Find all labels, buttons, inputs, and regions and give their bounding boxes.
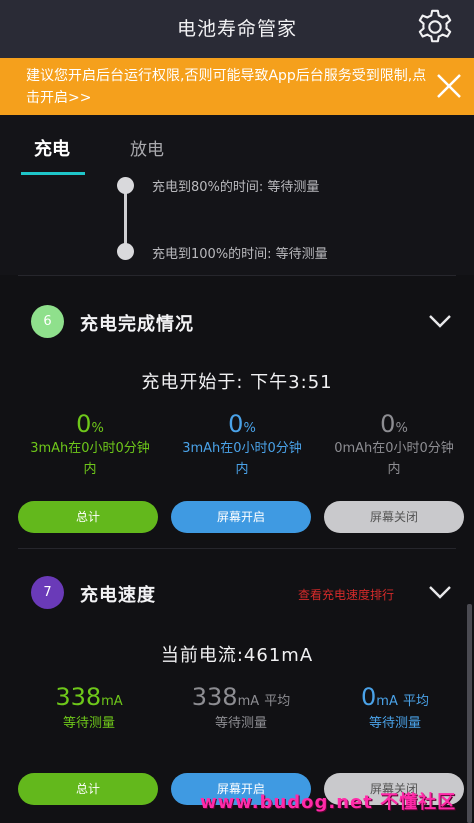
speed-stat-total: 338mA 等待测量 [14,683,164,734]
stat-detail: 0mAh在0小时0分钟 [334,441,454,456]
timeline-100-text: 充电到100%的时间: 等待测量 [152,247,328,262]
speed-value: 338 [55,683,102,711]
charge-timeline: 充电到80%的时间: 等待测量 充电到100%的时间: 等待测量 [0,177,474,275]
tab-discharge[interactable]: 放电 [130,135,164,160]
divider [18,275,456,276]
stat-detail: 3mAh在0小时0分钟 [30,441,150,456]
charge-complete-header[interactable]: 6 充电完成情况 [0,303,474,343]
chevron-down-icon[interactable] [428,584,452,600]
speed-status: 等待测量 [368,716,421,731]
speed-value: 0 [361,683,377,711]
speed-stat-screen-on: 338mA 平均 等待测量 [166,683,316,734]
stat-total: 0% 3mAh在0小时0分钟 内 [15,410,165,480]
speed-unit: mA [101,694,123,709]
stat-percent: 0 [380,410,396,438]
section-title: 充电速度 [80,585,156,606]
permission-banner-text[interactable]: 建议您开启后台运行权限,否则可能导致App后台服务受到限制,点击开启>> [26,65,431,109]
speed-unit: mA [237,694,260,709]
speed-status: 等待测量 [214,716,267,731]
tab-bar: 充电 放电 [0,115,474,177]
stat-unit: % [395,421,408,436]
close-icon[interactable] [434,71,464,101]
stat-screen-on: 0% 3mAh在0小时0分钟 内 [167,410,317,480]
stat-detail: 3mAh在0小时0分钟 [182,441,302,456]
speed-value: 338 [191,683,238,711]
tab-charge[interactable]: 充电 [34,135,70,161]
total-button[interactable]: 总计 [18,501,158,533]
app-header: 电池寿命管家 [0,0,474,58]
screen-off-button[interactable]: 屏幕关闭 [324,501,464,533]
speed-status: 等待测量 [62,716,115,731]
stat-detail-2: 内 [387,462,401,477]
speed-stat-screen-off: 0mA 平均 等待测量 [320,683,470,734]
screen-on-button[interactable]: 屏幕开启 [171,501,311,533]
scrollbar[interactable] [467,604,472,823]
current-reading: 当前电流:461mA [160,645,314,666]
charge-start-time: 充电开始于: 下午3:51 [141,372,333,393]
stat-unit: % [243,421,256,436]
speed-unit: mA [376,694,398,709]
gear-icon[interactable] [416,8,454,46]
watermark: www.budog.net 不懂社区 [200,792,457,813]
speed-suffix: 平均 [402,694,429,709]
speed-total-button[interactable]: 总计 [18,773,158,805]
chevron-down-icon[interactable] [428,313,452,329]
speed-ranking-link[interactable]: 查看充电速度排行 [298,586,394,603]
stat-percent: 0 [228,410,244,438]
stat-detail-2: 内 [83,462,97,477]
section-title: 充电完成情况 [80,314,194,335]
speed-suffix: 平均 [264,694,291,709]
permission-banner[interactable]: 建议您开启后台运行权限,否则可能导致App后台服务受到限制,点击开启>> [0,58,474,115]
timeline-dot-100 [117,243,134,260]
stat-percent: 0 [76,410,92,438]
stat-unit: % [91,421,104,436]
step-badge: 6 [31,305,64,338]
timeline-dot-80 [117,177,134,194]
divider [18,548,456,549]
charge-speed-header[interactable]: 7 充电速度 查看充电速度排行 [0,574,474,614]
timeline-80-text: 充电到80%的时间: 等待测量 [152,180,320,195]
stat-screen-off: 0% 0mAh在0小时0分钟 内 [319,410,469,480]
app-title: 电池寿命管家 [176,18,297,40]
step-badge: 7 [31,576,64,609]
tab-indicator [21,172,85,175]
stat-detail-2: 内 [235,462,249,477]
